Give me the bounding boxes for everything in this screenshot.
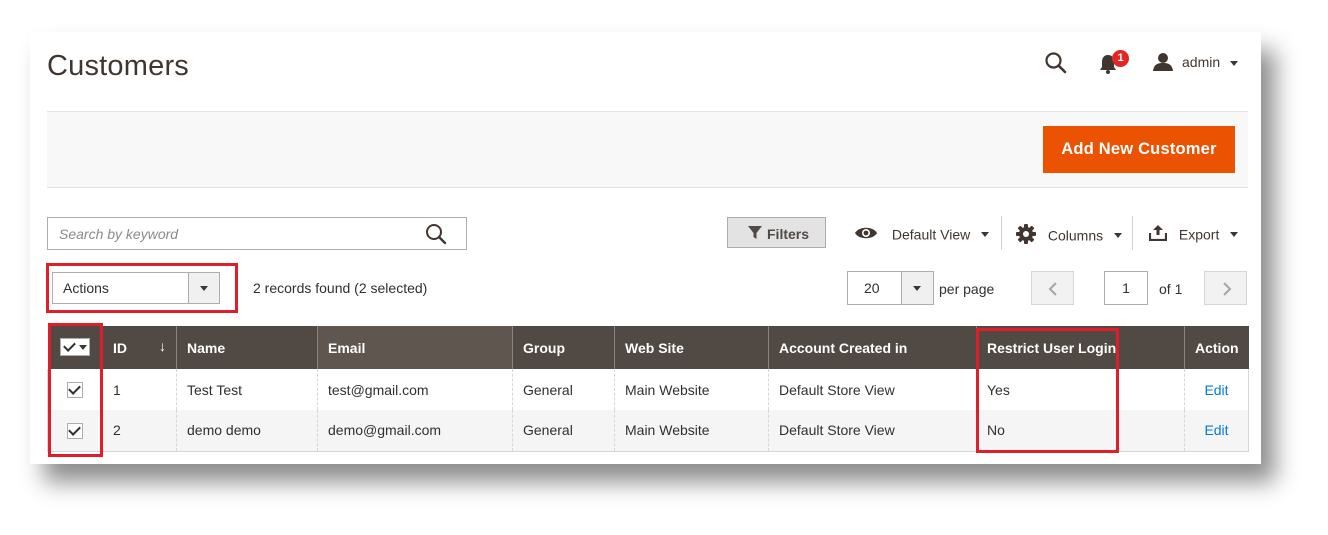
chevron-down-icon[interactable] <box>78 344 87 350</box>
columns-label: Columns <box>1047 227 1104 244</box>
user-icon[interactable] <box>1153 52 1173 77</box>
search-input[interactable] <box>48 218 408 249</box>
column-header-restrict-user-login[interactable]: Restrict User Login <box>976 326 1185 369</box>
mass-actions-label: Actions <box>63 280 109 296</box>
cell-id: 2 <box>102 410 177 452</box>
page-number-input[interactable]: 1 <box>1104 271 1148 305</box>
filters-button[interactable]: Filters <box>727 217 826 248</box>
mass-actions-select[interactable]: Actions <box>52 272 220 304</box>
cell-restrict-login: Yes <box>976 369 1185 410</box>
export-icon <box>1148 225 1168 244</box>
customers-grid: ID ↓ Name Email Group Web Site Account C… <box>47 326 1249 452</box>
edit-link[interactable]: Edit <box>1204 382 1228 398</box>
cell-website: Main Website <box>614 410 769 452</box>
mass-select-control[interactable] <box>59 338 90 356</box>
export-control[interactable]: Export <box>1148 225 1239 244</box>
page-total: of 1 <box>1159 281 1183 297</box>
export-label: Export <box>1178 226 1220 243</box>
user-menu[interactable]: admin <box>1182 54 1239 70</box>
per-page-label: per page <box>939 281 995 297</box>
chevron-down-icon <box>913 286 921 291</box>
checkbox-checked[interactable] <box>62 340 77 354</box>
chevron-down-icon <box>1114 233 1123 238</box>
chevron-left-icon <box>1048 282 1057 296</box>
table-row[interactable]: 1 Test Test test@gmail.com General Main … <box>47 369 1249 410</box>
toolbar-divider <box>1001 216 1002 250</box>
view-switcher[interactable]: Default View <box>854 225 990 244</box>
row-select-cell[interactable] <box>47 410 103 452</box>
filter-icon <box>748 226 762 243</box>
column-header-name[interactable]: Name <box>176 326 318 369</box>
per-page-dropdown-button[interactable] <box>901 272 933 304</box>
cell-group: General <box>512 369 615 410</box>
row-checkbox[interactable] <box>67 422 83 439</box>
column-header-id[interactable]: ID ↓ <box>102 326 177 369</box>
page-title: Customers <box>47 50 189 82</box>
search-submit-icon[interactable] <box>425 223 447 250</box>
next-page-button[interactable] <box>1204 271 1247 305</box>
chevron-down-icon <box>981 232 990 237</box>
cell-name: demo demo <box>176 410 318 452</box>
chevron-down-icon <box>1230 232 1239 237</box>
cell-email: demo@gmail.com <box>317 410 513 452</box>
row-checkbox[interactable] <box>67 382 83 399</box>
cell-created-in: Default Store View <box>768 369 977 410</box>
search-box <box>47 217 467 250</box>
cell-action: Edit <box>1184 410 1249 452</box>
filters-label: Filters <box>767 226 810 242</box>
cell-action: Edit <box>1184 369 1249 410</box>
chevron-right-icon <box>1223 282 1232 296</box>
chevron-down-icon <box>200 286 208 291</box>
view-label: Default View <box>891 226 971 243</box>
column-header-account-created-in[interactable]: Account Created in <box>768 326 977 369</box>
toolbar-divider <box>1132 216 1133 250</box>
cell-email: test@gmail.com <box>317 369 513 410</box>
cell-website: Main Website <box>614 369 769 410</box>
search-icon[interactable] <box>1044 51 1068 80</box>
eye-icon <box>854 225 878 244</box>
edit-link[interactable]: Edit <box>1204 422 1228 438</box>
prev-page-button[interactable] <box>1031 271 1074 305</box>
per-page-select[interactable]: 20 <box>847 271 934 305</box>
cell-created-in: Default Store View <box>768 410 977 452</box>
table-row[interactable]: 2 demo demo demo@gmail.com General Main … <box>47 410 1249 452</box>
column-header-email[interactable]: Email <box>317 326 513 369</box>
column-header-website[interactable]: Web Site <box>614 326 769 369</box>
cell-id: 1 <box>102 369 177 410</box>
per-page-value: 20 <box>864 280 880 296</box>
grid-header-row: ID ↓ Name Email Group Web Site Account C… <box>47 326 1249 369</box>
user-name[interactable]: admin <box>1182 54 1220 70</box>
notification-badge[interactable]: 1 <box>1112 50 1129 67</box>
column-header-action: Action <box>1184 326 1249 369</box>
records-count: 2 records found (2 selected) <box>253 280 428 296</box>
chevron-down-icon <box>1230 60 1239 66</box>
mass-select-header[interactable] <box>47 326 103 369</box>
sort-arrow-down-icon: ↓ <box>159 338 166 354</box>
add-new-customer-button[interactable]: Add New Customer <box>1043 126 1235 173</box>
cell-group: General <box>512 410 615 452</box>
dropdown-arrow[interactable] <box>188 273 219 303</box>
row-select-cell[interactable] <box>47 369 103 410</box>
columns-control[interactable]: Columns <box>1016 224 1123 247</box>
column-header-group[interactable]: Group <box>512 326 615 369</box>
admin-page: Customers 1 admin Add New Customer Filte… <box>30 32 1261 464</box>
cell-name: Test Test <box>176 369 318 410</box>
cell-restrict-login: No <box>976 410 1185 452</box>
gear-icon <box>1016 224 1036 247</box>
